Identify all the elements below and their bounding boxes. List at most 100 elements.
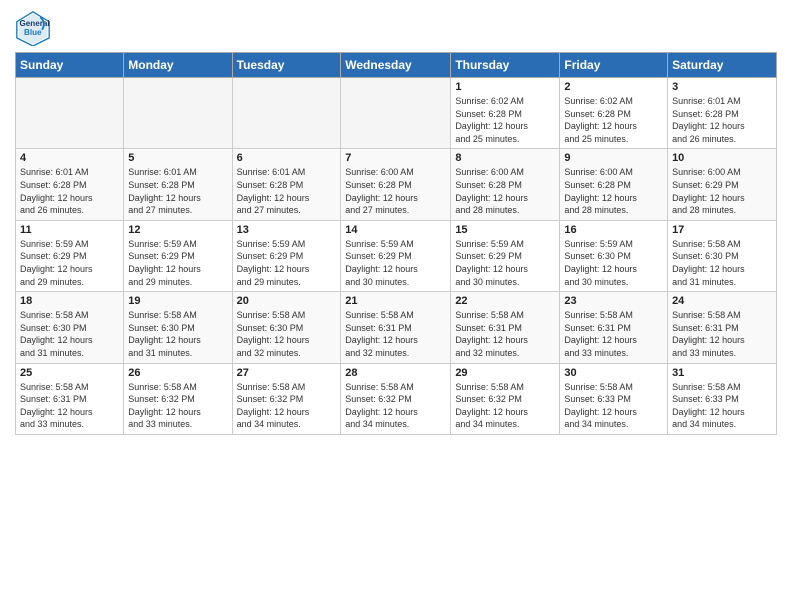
week-row-5: 25 Sunrise: 5:58 AMSunset: 6:31 PMDayligh… (16, 363, 777, 434)
calendar-table: SundayMondayTuesdayWednesdayThursdayFrid… (15, 52, 777, 435)
page: General Blue SundayMondayTuesdayWednesda… (0, 0, 792, 450)
day-info: Sunrise: 5:58 AMSunset: 6:31 PMDaylight:… (20, 381, 119, 431)
day-info: Sunrise: 6:01 AMSunset: 6:28 PMDaylight:… (237, 166, 337, 216)
day-info: Sunrise: 5:59 AMSunset: 6:29 PMDaylight:… (237, 238, 337, 288)
day-number: 4 (20, 152, 119, 164)
day-number: 18 (20, 295, 119, 307)
day-number: 17 (672, 224, 772, 236)
calendar-cell: 8 Sunrise: 6:00 AMSunset: 6:28 PMDaylight… (451, 149, 560, 220)
calendar-cell: 29Sunrise: 5:58 AMSunset: 6:32 PMDayligh… (451, 363, 560, 434)
day-info: Sunrise: 5:58 AMSunset: 6:33 PMDaylight:… (672, 381, 772, 431)
day-number: 6 (237, 152, 337, 164)
weekday-sunday: Sunday (16, 53, 124, 78)
day-number: 29 (455, 367, 555, 379)
day-number: 7 (345, 152, 446, 164)
day-number: 13 (237, 224, 337, 236)
day-number: 20 (237, 295, 337, 307)
day-number: 8 (455, 152, 555, 164)
day-info: Sunrise: 5:58 AMSunset: 6:30 PMDaylight:… (20, 309, 119, 359)
calendar-cell: 31 Sunrise: 5:58 AMSunset: 6:33 PMDayligh… (668, 363, 777, 434)
calendar-cell: 22 Sunrise: 5:58 AMSunset: 6:31 PMDayligh… (451, 292, 560, 363)
svg-text:Blue: Blue (24, 28, 42, 37)
day-number: 30 (564, 367, 663, 379)
weekday-saturday: Saturday (668, 53, 777, 78)
day-number: 1 (455, 81, 555, 93)
day-info: Sunrise: 5:59 AMSunset: 6:29 PMDaylight:… (20, 238, 119, 288)
weekday-monday: Monday (124, 53, 232, 78)
calendar-cell: 5Sunrise: 6:01 AMSunset: 6:28 PMDaylight… (124, 149, 232, 220)
svg-text:General: General (20, 19, 50, 28)
day-info: Sunrise: 6:01 AMSunset: 6:28 PMDaylight:… (128, 166, 227, 216)
calendar-cell: 6 Sunrise: 6:01 AMSunset: 6:28 PMDaylight… (232, 149, 341, 220)
calendar-cell: 27Sunrise: 5:58 AMSunset: 6:32 PMDayligh… (232, 363, 341, 434)
day-info: Sunrise: 5:58 AMSunset: 6:30 PMDaylight:… (672, 238, 772, 288)
calendar-body: 1 Sunrise: 6:02 AMSunset: 6:28 PMDaylight… (16, 78, 777, 435)
week-row-2: 4 Sunrise: 6:01 AMSunset: 6:28 PMDaylight… (16, 149, 777, 220)
day-info: Sunrise: 5:58 AMSunset: 6:30 PMDaylight:… (237, 309, 337, 359)
day-info: Sunrise: 6:00 AMSunset: 6:28 PMDaylight:… (455, 166, 555, 216)
day-number: 25 (20, 367, 119, 379)
day-number: 26 (128, 367, 227, 379)
day-number: 31 (672, 367, 772, 379)
week-row-3: 11Sunrise: 5:59 AMSunset: 6:29 PMDayligh… (16, 220, 777, 291)
day-info: Sunrise: 5:59 AMSunset: 6:29 PMDaylight:… (455, 238, 555, 288)
day-number: 9 (564, 152, 663, 164)
day-number: 16 (564, 224, 663, 236)
calendar-cell: 17 Sunrise: 5:58 AMSunset: 6:30 PMDayligh… (668, 220, 777, 291)
day-info: Sunrise: 5:58 AMSunset: 6:31 PMDaylight:… (455, 309, 555, 359)
calendar-cell: 9 Sunrise: 6:00 AMSunset: 6:28 PMDaylight… (560, 149, 668, 220)
day-info: Sunrise: 6:00 AMSunset: 6:29 PMDaylight:… (672, 166, 772, 216)
calendar-cell: 18 Sunrise: 5:58 AMSunset: 6:30 PMDayligh… (16, 292, 124, 363)
weekday-tuesday: Tuesday (232, 53, 341, 78)
calendar-cell: 23 Sunrise: 5:58 AMSunset: 6:31 PMDayligh… (560, 292, 668, 363)
day-info: Sunrise: 5:58 AMSunset: 6:30 PMDaylight:… (128, 309, 227, 359)
logo-icon: General Blue (15, 10, 51, 46)
calendar-cell: 13 Sunrise: 5:59 AMSunset: 6:29 PMDayligh… (232, 220, 341, 291)
calendar-cell (16, 78, 124, 149)
day-info: Sunrise: 6:02 AMSunset: 6:28 PMDaylight:… (564, 95, 663, 145)
day-info: Sunrise: 6:01 AMSunset: 6:28 PMDaylight:… (20, 166, 119, 216)
calendar-cell: 19 Sunrise: 5:58 AMSunset: 6:30 PMDayligh… (124, 292, 232, 363)
calendar-cell: 16Sunrise: 5:59 AMSunset: 6:30 PMDayligh… (560, 220, 668, 291)
calendar-cell (232, 78, 341, 149)
calendar-cell: 25 Sunrise: 5:58 AMSunset: 6:31 PMDayligh… (16, 363, 124, 434)
calendar-cell: 14Sunrise: 5:59 AMSunset: 6:29 PMDayligh… (341, 220, 451, 291)
day-info: Sunrise: 5:58 AMSunset: 6:31 PMDaylight:… (564, 309, 663, 359)
day-info: Sunrise: 5:58 AMSunset: 6:33 PMDaylight:… (564, 381, 663, 431)
weekday-thursday: Thursday (451, 53, 560, 78)
weekday-header-row: SundayMondayTuesdayWednesdayThursdayFrid… (16, 53, 777, 78)
day-number: 2 (564, 81, 663, 93)
day-info: Sunrise: 6:00 AMSunset: 6:28 PMDaylight:… (345, 166, 446, 216)
week-row-4: 18 Sunrise: 5:58 AMSunset: 6:30 PMDayligh… (16, 292, 777, 363)
day-number: 22 (455, 295, 555, 307)
calendar-cell: 3Sunrise: 6:01 AMSunset: 6:28 PMDaylight… (668, 78, 777, 149)
calendar-cell: 2 Sunrise: 6:02 AMSunset: 6:28 PMDaylight… (560, 78, 668, 149)
calendar-cell: 20 Sunrise: 5:58 AMSunset: 6:30 PMDayligh… (232, 292, 341, 363)
day-info: Sunrise: 6:00 AMSunset: 6:28 PMDaylight:… (564, 166, 663, 216)
calendar-cell: 15 Sunrise: 5:59 AMSunset: 6:29 PMDayligh… (451, 220, 560, 291)
calendar-cell: 28Sunrise: 5:58 AMSunset: 6:32 PMDayligh… (341, 363, 451, 434)
calendar-cell (341, 78, 451, 149)
calendar-cell: 11Sunrise: 5:59 AMSunset: 6:29 PMDayligh… (16, 220, 124, 291)
calendar-cell: 12Sunrise: 5:59 AMSunset: 6:29 PMDayligh… (124, 220, 232, 291)
day-number: 10 (672, 152, 772, 164)
calendar-cell: 7 Sunrise: 6:00 AMSunset: 6:28 PMDaylight… (341, 149, 451, 220)
day-number: 23 (564, 295, 663, 307)
calendar-cell: 24Sunrise: 5:58 AMSunset: 6:31 PMDayligh… (668, 292, 777, 363)
day-number: 28 (345, 367, 446, 379)
day-info: Sunrise: 5:58 AMSunset: 6:32 PMDaylight:… (128, 381, 227, 431)
day-number: 21 (345, 295, 446, 307)
calendar-cell: 30 Sunrise: 5:58 AMSunset: 6:33 PMDayligh… (560, 363, 668, 434)
day-number: 19 (128, 295, 227, 307)
day-info: Sunrise: 5:59 AMSunset: 6:29 PMDaylight:… (345, 238, 446, 288)
day-info: Sunrise: 5:58 AMSunset: 6:32 PMDaylight:… (237, 381, 337, 431)
day-info: Sunrise: 6:01 AMSunset: 6:28 PMDaylight:… (672, 95, 772, 145)
calendar-cell (124, 78, 232, 149)
weekday-wednesday: Wednesday (341, 53, 451, 78)
day-info: Sunrise: 6:02 AMSunset: 6:28 PMDaylight:… (455, 95, 555, 145)
day-number: 12 (128, 224, 227, 236)
calendar-cell: 1 Sunrise: 6:02 AMSunset: 6:28 PMDaylight… (451, 78, 560, 149)
day-number: 15 (455, 224, 555, 236)
calendar-cell: 26 Sunrise: 5:58 AMSunset: 6:32 PMDayligh… (124, 363, 232, 434)
logo: General Blue (15, 10, 55, 46)
